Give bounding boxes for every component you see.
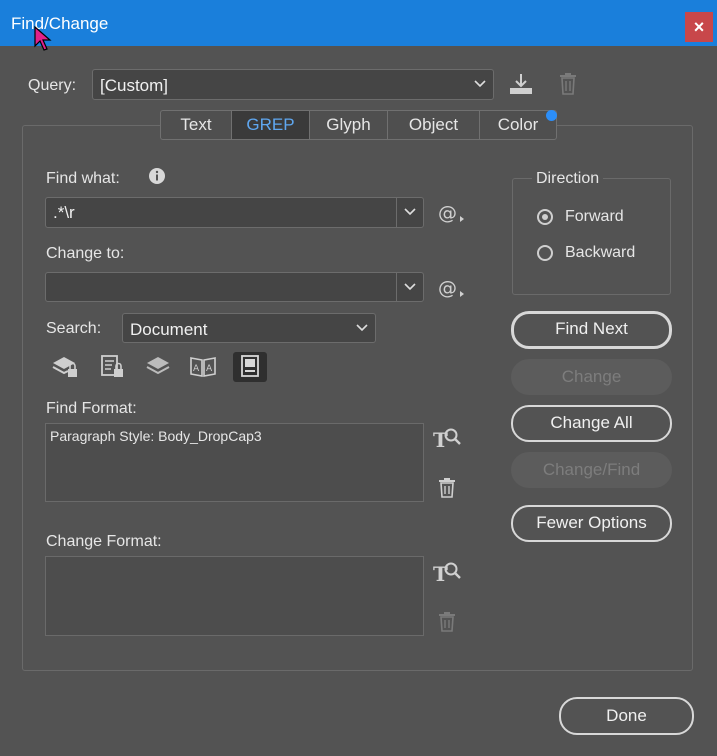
change-to-field[interactable] xyxy=(45,272,424,302)
chevron-down-icon xyxy=(474,80,486,88)
tab-color[interactable]: Color xyxy=(480,111,556,139)
search-dropdown[interactable]: Document xyxy=(122,313,376,343)
change-to-label: Change to: xyxy=(46,245,125,262)
special-characters-icon[interactable]: @ xyxy=(437,201,467,225)
tab-grep[interactable]: GREP xyxy=(232,111,310,139)
mouse-cursor-icon xyxy=(34,26,52,51)
include-master-pages-icon[interactable]: AA xyxy=(186,352,220,382)
info-icon[interactable] xyxy=(148,167,166,185)
window-title: Find/Change xyxy=(11,14,109,33)
include-locked-layers-icon[interactable] xyxy=(48,352,82,382)
forward-radio[interactable] xyxy=(537,209,553,225)
tab-glyph[interactable]: Glyph xyxy=(310,111,388,139)
change-all-button[interactable]: Change All xyxy=(511,405,672,442)
tab-text[interactable]: Text xyxy=(161,111,232,139)
find-format-box[interactable]: Paragraph Style: Body_DropCap3 xyxy=(45,423,424,502)
clear-find-format-icon[interactable] xyxy=(437,477,457,499)
find-format-value: Paragraph Style: Body_DropCap3 xyxy=(50,428,262,444)
tab-object[interactable]: Object xyxy=(388,111,480,139)
find-what-value: .*\r xyxy=(53,203,75,222)
search-label: Search: xyxy=(46,320,102,337)
query-value: [Custom] xyxy=(100,76,169,95)
change-format-box[interactable] xyxy=(45,556,424,636)
delete-query-icon[interactable] xyxy=(558,72,578,96)
fewer-options-button[interactable]: Fewer Options xyxy=(511,505,672,542)
specify-change-format-icon[interactable]: T xyxy=(432,559,462,585)
direction-label: Direction xyxy=(532,170,604,188)
find-what-field[interactable]: .*\r xyxy=(45,197,424,228)
query-label: Query: xyxy=(28,77,77,94)
done-button[interactable]: Done xyxy=(559,697,694,735)
include-footnotes-icon[interactable] xyxy=(233,352,267,382)
svg-text:@: @ xyxy=(438,202,457,224)
find-what-label: Find what: xyxy=(46,170,120,187)
specify-find-format-icon[interactable]: T xyxy=(432,425,462,451)
change-find-button[interactable]: Change/Find xyxy=(511,452,672,488)
chevron-down-icon[interactable] xyxy=(403,280,417,294)
direction-group xyxy=(512,178,671,295)
include-hidden-layers-icon[interactable] xyxy=(141,352,175,382)
find-format-label: Find Format: xyxy=(46,400,137,417)
notification-dot xyxy=(546,110,557,121)
find-next-button[interactable]: Find Next xyxy=(511,311,672,349)
clear-change-format-icon[interactable] xyxy=(437,611,457,633)
include-locked-stories-icon[interactable] xyxy=(95,352,129,382)
change-button[interactable]: Change xyxy=(511,359,672,395)
search-value: Document xyxy=(130,320,208,339)
query-dropdown[interactable]: [Custom] xyxy=(92,69,494,100)
backward-radio[interactable] xyxy=(537,245,553,261)
svg-text:A: A xyxy=(193,364,200,374)
tab-bar: Text GREP Glyph Object Color xyxy=(160,110,557,140)
svg-text:A: A xyxy=(206,364,213,374)
save-query-icon[interactable] xyxy=(508,72,534,96)
forward-label[interactable]: Forward xyxy=(565,208,624,226)
close-button[interactable]: × xyxy=(685,12,713,42)
chevron-down-icon xyxy=(356,324,368,332)
svg-text:@: @ xyxy=(438,277,457,299)
change-format-label: Change Format: xyxy=(46,533,162,550)
special-characters-icon[interactable]: @ xyxy=(437,276,467,300)
chevron-down-icon[interactable] xyxy=(403,205,417,219)
title-bar: Find/Change × xyxy=(0,0,717,46)
backward-label[interactable]: Backward xyxy=(565,244,635,262)
